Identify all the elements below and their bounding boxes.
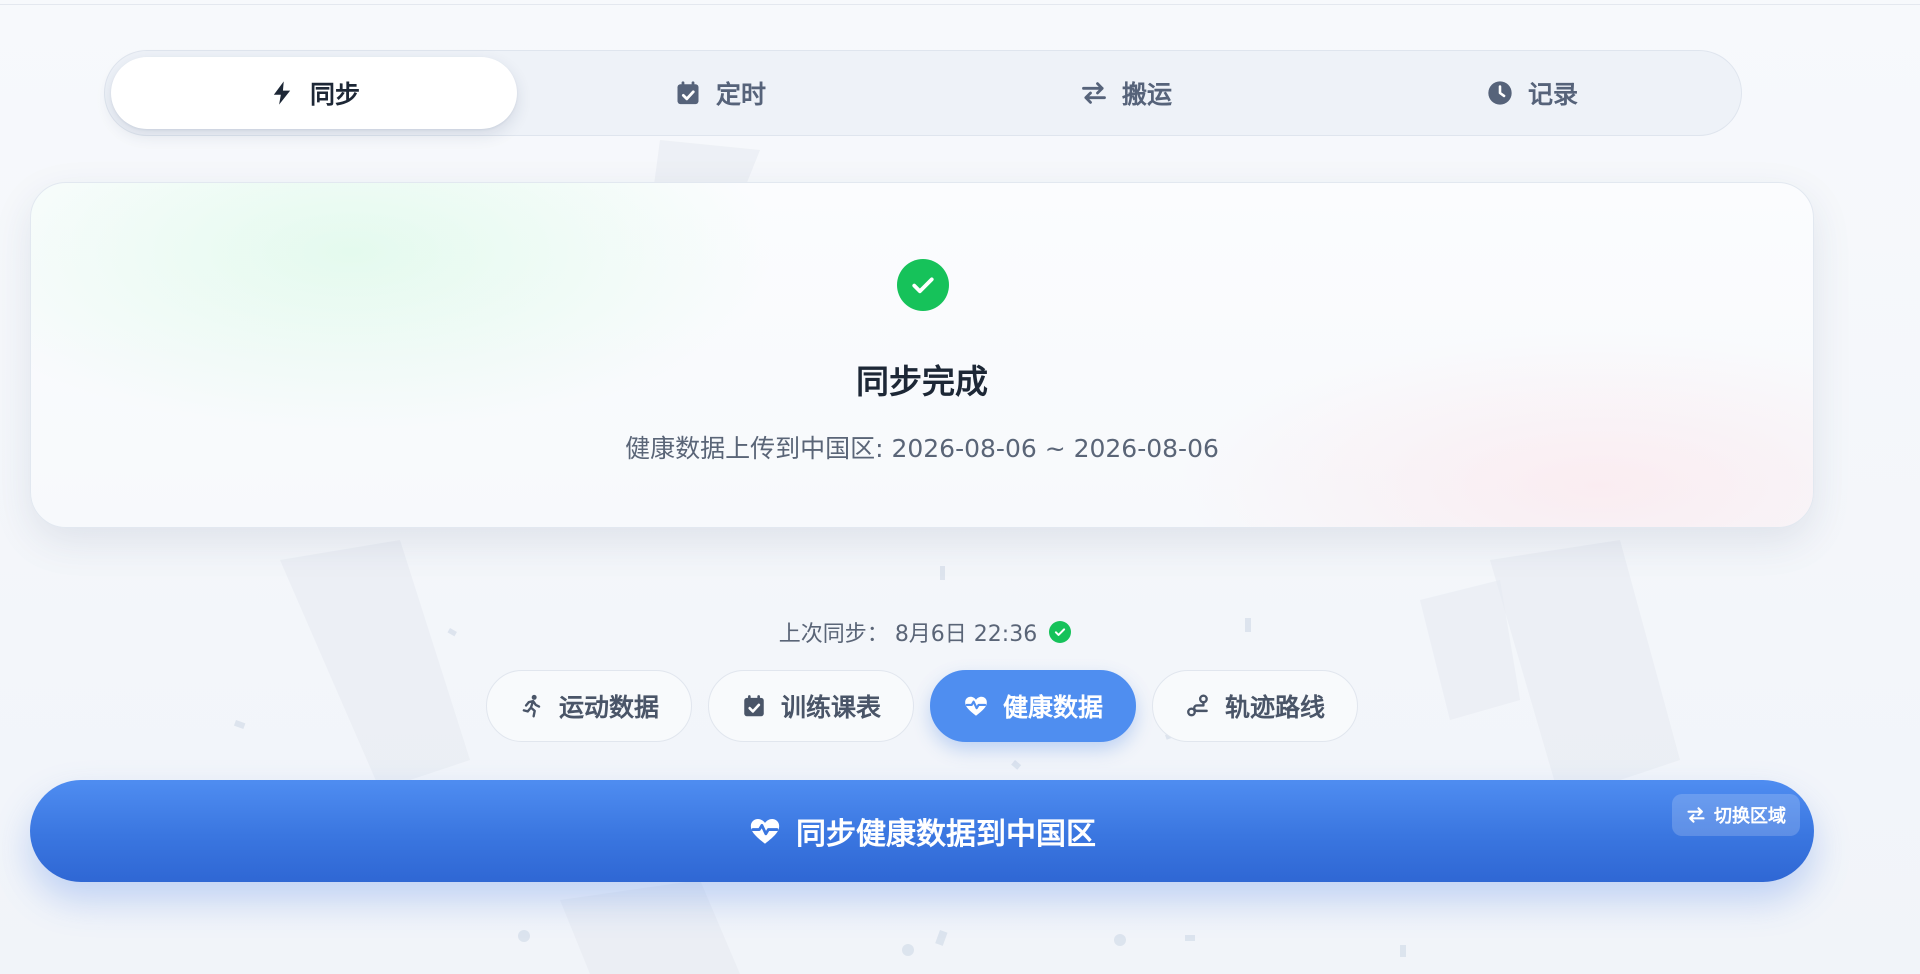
switch-region-button[interactable]: 切换区域 (1672, 794, 1800, 836)
chip-label: 运动数据 (558, 693, 659, 722)
chip-label: 健康数据 (1002, 693, 1103, 722)
check-circle-icon (1049, 621, 1072, 643)
tab-label: 同步 (309, 80, 360, 109)
chip-label: 训练课表 (780, 693, 881, 722)
tab-schedule[interactable]: 定时 (517, 57, 923, 129)
calendar-check-icon (744, 695, 764, 717)
sync-health-data-button[interactable]: 同步健康数据到中国区 切换区域 (30, 780, 1814, 882)
route-icon (1187, 694, 1208, 717)
running-icon (522, 694, 541, 718)
tab-transfer[interactable]: 搬运 (923, 57, 1329, 129)
swap-arrows-icon (1082, 82, 1106, 104)
heartbeat-icon (965, 696, 987, 716)
chip-route-track[interactable]: 轨迹路线 (1152, 670, 1358, 742)
chip-workout-data[interactable]: 运动数据 (486, 670, 692, 742)
clock-icon (1488, 81, 1512, 105)
page: 同步 定时 搬运 记录 同步完成 健康数据上传到中国区: 2026-08-06 … (0, 0, 1920, 974)
last-sync-info: 上次同步： 8月6日 22:36 (0, 616, 1850, 648)
heartbeat-icon (750, 818, 780, 844)
top-divider (0, 4, 1920, 5)
sync-status-card: 同步完成 健康数据上传到中国区: 2026-08-06 ~ 2026-08-06 (30, 182, 1814, 528)
tab-label: 搬运 (1121, 80, 1172, 109)
check-circle-icon (897, 259, 949, 311)
swap-arrows-icon (1687, 807, 1705, 823)
last-sync-time: 8月6日 22:36 (894, 622, 1038, 647)
tab-sync[interactable]: 同步 (111, 57, 517, 129)
chip-health-data[interactable]: 健康数据 (930, 670, 1136, 742)
bolt-icon (273, 81, 291, 105)
status-title: 同步完成 (856, 362, 988, 401)
data-type-selector: 运动数据 训练课表 健康数据 轨迹路线 (486, 670, 1358, 742)
main-tab-bar: 同步 定时 搬运 记录 (104, 50, 1742, 136)
switch-region-label: 切换区域 (1714, 806, 1786, 827)
tab-records[interactable]: 记录 (1329, 57, 1735, 129)
sync-button-label: 同步健康数据到中国区 (796, 817, 1096, 852)
tab-label: 定时 (715, 80, 766, 109)
calendar-check-icon (677, 81, 699, 105)
chip-label: 轨迹路线 (1224, 693, 1325, 722)
tab-label: 记录 (1527, 80, 1578, 109)
status-description: 健康数据上传到中国区: 2026-08-06 ~ 2026-08-06 (625, 434, 1219, 463)
last-sync-label: 上次同步： (778, 622, 889, 647)
chip-training-plan[interactable]: 训练课表 (708, 670, 914, 742)
